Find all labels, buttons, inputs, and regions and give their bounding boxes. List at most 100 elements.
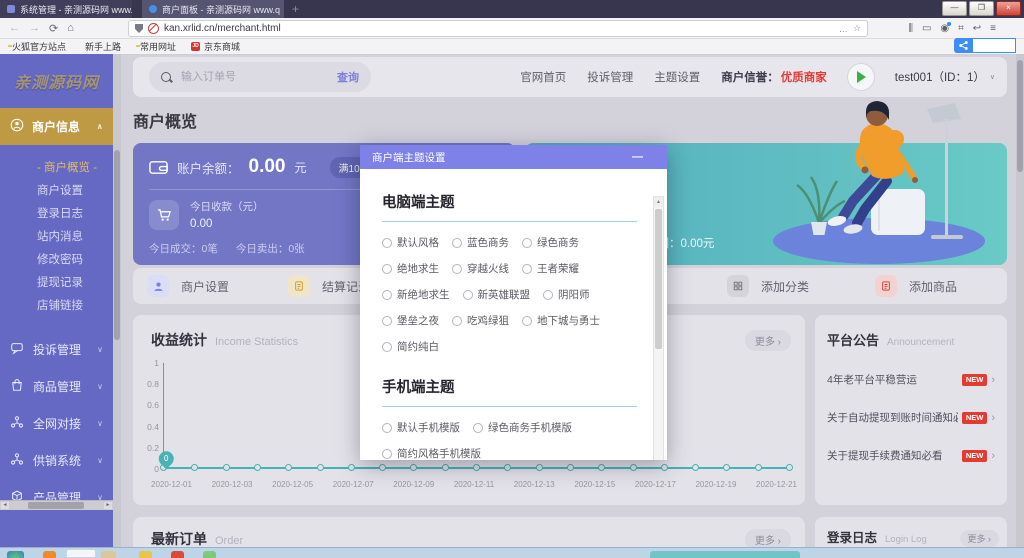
radio-icon[interactable]	[382, 316, 392, 326]
sidebar-subitem[interactable]: 店铺链接	[0, 295, 113, 318]
browser-tab-active[interactable]: 商户面板 - 亲测源码网 www.q ×	[142, 0, 284, 18]
sidebar-toggle-icon[interactable]: ▭	[922, 23, 931, 34]
library-icon[interactable]: ⫼	[908, 23, 913, 34]
theme-option[interactable]: 绿色商务	[522, 235, 579, 250]
radio-icon[interactable]	[473, 423, 483, 433]
more-button[interactable]: 更多 ›	[745, 330, 791, 351]
widget-input[interactable]	[973, 38, 1016, 53]
bookmark-star-icon[interactable]: ☆	[853, 23, 861, 34]
user-menu[interactable]: test001（ID：1） ∨	[895, 69, 995, 85]
permission-blocked-icon[interactable]	[148, 23, 159, 34]
scrollbar-thumb[interactable]	[1017, 60, 1023, 172]
home-icon[interactable]: ⌂	[67, 22, 74, 34]
nav-link[interactable]: 主题设置	[654, 69, 700, 85]
radio-icon[interactable]	[382, 238, 392, 248]
announcement-item[interactable]: 4年老平台平稳营运NEW›	[827, 372, 995, 387]
bookmark-item[interactable]: 新手上路	[81, 40, 121, 53]
search-button[interactable]: 查询	[337, 69, 359, 85]
order-search-box[interactable]: 查询	[149, 62, 371, 92]
theme-option[interactable]: 默认风格	[382, 235, 439, 250]
radio-icon[interactable]	[543, 290, 553, 300]
radio-icon[interactable]	[382, 342, 392, 352]
theme-option[interactable]: 默认手机模版	[382, 420, 460, 435]
page-vertical-scrollbar[interactable]	[1016, 54, 1024, 548]
radio-icon[interactable]	[463, 290, 473, 300]
sidebar-subitem[interactable]: 站内消息	[0, 226, 113, 249]
theme-option[interactable]: 绿色商务手机模版	[473, 420, 572, 435]
browser-tab-inactive[interactable]: 系统管理 - 亲测源码网 www.q ×	[0, 0, 132, 18]
taskbar-item[interactable]	[650, 551, 800, 558]
bookmark-item[interactable]: 常用网址	[136, 40, 176, 53]
theme-option[interactable]: 绝地求生	[382, 261, 439, 276]
scroll-left-icon[interactable]: ◄	[1, 502, 9, 509]
search-input[interactable]	[179, 70, 329, 84]
theme-option[interactable]: 穿越火线	[452, 261, 509, 276]
sidebar-subitem[interactable]: 修改密码	[0, 249, 113, 272]
scroll-up-icon[interactable]: ▲	[654, 197, 663, 207]
screenshot-icon[interactable]: ⌗	[958, 23, 964, 34]
scrollbar-thumb[interactable]	[28, 502, 84, 509]
sidebar-group[interactable]: 供销系统∨	[0, 442, 113, 479]
menu-hamburger-icon[interactable]: ≡	[990, 23, 996, 34]
account-icon[interactable]: ◉	[940, 23, 949, 34]
sidebar-group[interactable]: 投诉管理∨	[0, 331, 113, 368]
theme-option[interactable]: 新英雄联盟	[463, 287, 531, 302]
forward-icon[interactable]: →	[29, 22, 40, 34]
sidebar-group[interactable]: 商品管理∨	[0, 368, 113, 405]
theme-option[interactable]: 蓝色商务	[452, 235, 509, 250]
radio-icon[interactable]	[522, 316, 532, 326]
theme-option[interactable]: 阴阳师	[543, 287, 590, 302]
url-bar[interactable]: kan.xrlid.cn/merchant.html … ☆	[128, 20, 868, 37]
share-icon[interactable]	[954, 38, 973, 53]
taskbar-item[interactable]	[43, 551, 56, 558]
reload-icon[interactable]: ⟳	[49, 22, 58, 35]
avatar[interactable]	[848, 64, 874, 90]
announcement-item[interactable]: 关于提现手续费通知必看NEW›	[827, 448, 995, 463]
scroll-right-icon[interactable]: ►	[104, 502, 112, 509]
radio-icon[interactable]	[382, 449, 392, 459]
quick-action[interactable]: 添加商品	[875, 275, 957, 297]
taskbar-item[interactable]	[66, 549, 96, 558]
sidebar-group[interactable]: 全网对接∨	[0, 405, 113, 442]
taskbar-item[interactable]	[203, 551, 216, 558]
back-icon[interactable]: ←	[9, 22, 20, 34]
bookmark-item[interactable]: JD京东商城	[191, 40, 240, 53]
radio-icon[interactable]	[382, 264, 392, 274]
theme-option[interactable]: 简约风格手机模版	[382, 446, 481, 460]
theme-option[interactable]: 王者荣耀	[522, 261, 579, 276]
theme-option[interactable]: 吃鸡绿狙	[452, 313, 509, 328]
start-button[interactable]	[7, 551, 24, 558]
modal-scrollbar[interactable]: ▲ ▼	[653, 196, 664, 460]
history-back-icon[interactable]: ↩	[973, 23, 981, 34]
theme-option[interactable]: 简约纯白	[382, 339, 439, 354]
more-button[interactable]: 更多 ›	[960, 530, 1000, 547]
quick-action[interactable]: 商户设置	[147, 275, 229, 297]
modal-titlebar[interactable]: 商户端主题设置 —	[360, 145, 667, 169]
sidebar-subitem[interactable]: 商户设置	[0, 180, 113, 203]
announcement-item[interactable]: 关于自动提现到账时间通知必看NEW›	[827, 410, 995, 425]
window-maximize-button[interactable]: ❒	[969, 1, 994, 16]
taskbar-item[interactable]	[101, 551, 116, 558]
new-tab-button[interactable]: +	[284, 0, 307, 18]
window-minimize-button[interactable]: —	[942, 1, 967, 16]
radio-icon[interactable]	[522, 238, 532, 248]
sidebar-group-merchant-info[interactable]: 商户信息 ∧	[0, 108, 113, 145]
minimize-icon[interactable]: —	[632, 151, 655, 163]
radio-icon[interactable]	[382, 423, 392, 433]
quick-action[interactable]: 添加分类	[727, 275, 809, 297]
taskbar-item[interactable]	[139, 551, 152, 558]
scrollbar-thumb[interactable]	[114, 150, 120, 340]
sidebar-vertical-scrollbar[interactable]	[113, 54, 121, 548]
window-close-button[interactable]: ×	[996, 1, 1021, 16]
theme-option[interactable]: 堡垒之夜	[382, 313, 439, 328]
page-actions-icon[interactable]: …	[839, 24, 848, 34]
bookmark-item[interactable]: 火狐官方站点	[8, 40, 66, 53]
tracking-shield-icon[interactable]	[135, 24, 143, 33]
quick-action[interactable]: 结算记录	[288, 275, 370, 297]
sidebar-subitem[interactable]: 商户概览	[0, 157, 113, 180]
site-logo[interactable]: 亲测源码网	[0, 54, 113, 108]
sidebar-subitem[interactable]: 登录日志	[0, 203, 113, 226]
nav-link[interactable]: 官网首页	[520, 69, 566, 85]
nav-link[interactable]: 投诉管理	[587, 69, 633, 85]
radio-icon[interactable]	[452, 264, 462, 274]
